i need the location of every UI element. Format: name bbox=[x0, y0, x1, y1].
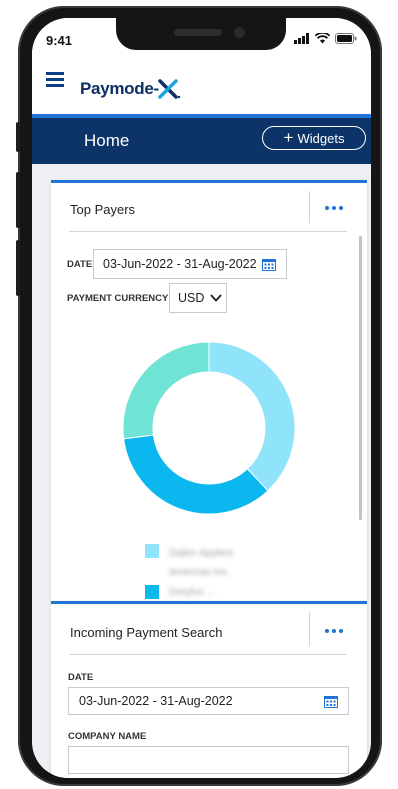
paymode-logo: Paymode- bbox=[80, 76, 210, 102]
mute-switch bbox=[16, 122, 20, 152]
date-range-value: 03-Jun-2022 - 31-Aug-2022 bbox=[103, 257, 257, 271]
top-payers-card: Top Payers DATE 03-Jun-2022 - 31-Aug-202… bbox=[51, 180, 367, 602]
currency-value: USD bbox=[178, 291, 205, 305]
card-scrollbar[interactable] bbox=[359, 236, 362, 520]
home-bar: Home + Widgets bbox=[32, 118, 371, 164]
top-payers-donut-chart bbox=[122, 341, 296, 515]
card-divider bbox=[69, 654, 347, 655]
menu-icon[interactable] bbox=[46, 72, 64, 90]
company-name-label: COMPANY NAME bbox=[68, 731, 147, 742]
company-name-field[interactable] bbox=[68, 746, 349, 774]
donut-slice-3[interactable] bbox=[122, 341, 210, 440]
chevron-down-icon bbox=[210, 294, 223, 302]
card-title: Incoming Payment Search bbox=[70, 625, 223, 640]
card-divider bbox=[69, 231, 347, 232]
date-range-value: 03-Jun-2022 - 31-Aug-2022 bbox=[79, 694, 233, 708]
wifi-icon bbox=[315, 33, 330, 44]
widgets-label: Widgets bbox=[297, 130, 345, 146]
incoming-payment-search-card: Incoming Payment Search DATE 03-Jun-2022… bbox=[51, 601, 367, 778]
app-bar: Paymode- bbox=[32, 64, 371, 114]
legend-swatch-2 bbox=[145, 585, 159, 599]
date-label: DATE bbox=[68, 672, 94, 683]
system-icons bbox=[294, 33, 357, 44]
volume-down-button bbox=[16, 240, 20, 296]
payment-currency-label: PAYMENT CURRENCY bbox=[67, 293, 169, 304]
screen: 9:41 Paymode- Home + Widgets Top Payers … bbox=[32, 18, 371, 778]
date-range-field[interactable]: 03-Jun-2022 - 31-Aug-2022 bbox=[68, 687, 349, 715]
front-camera bbox=[234, 27, 245, 38]
plus-icon: + bbox=[283, 128, 294, 147]
donut-slice-2[interactable] bbox=[123, 434, 269, 515]
notch bbox=[116, 18, 286, 50]
more-options-icon[interactable] bbox=[325, 629, 343, 633]
date-label: DATE bbox=[67, 259, 93, 270]
signal-icon bbox=[294, 33, 309, 44]
date-range-field[interactable]: 03-Jun-2022 - 31-Aug-2022 bbox=[93, 249, 287, 279]
status-time: 9:41 bbox=[46, 33, 73, 48]
volume-up-button bbox=[16, 172, 20, 228]
svg-text:Paymode-: Paymode- bbox=[80, 79, 159, 98]
battery-icon bbox=[335, 33, 357, 44]
donut-slice-1[interactable] bbox=[208, 341, 296, 492]
currency-select[interactable]: USD bbox=[169, 283, 227, 313]
legend-label-1: Daikin Applied Americas Inc. bbox=[169, 548, 233, 578]
calendar-icon[interactable] bbox=[262, 259, 276, 271]
paymode-logo-image: Paymode- bbox=[80, 79, 181, 99]
more-options-icon[interactable] bbox=[325, 206, 343, 210]
calendar-icon[interactable] bbox=[324, 696, 338, 708]
speaker-grille bbox=[174, 29, 222, 36]
legend-label-2: Dreyfus ... bbox=[169, 587, 215, 598]
header-divider bbox=[309, 191, 310, 223]
card-title: Top Payers bbox=[70, 202, 136, 217]
legend-swatch-1 bbox=[145, 544, 159, 558]
header-divider bbox=[309, 612, 310, 646]
page-title: Home bbox=[84, 131, 130, 150]
add-widgets-button[interactable]: + Widgets bbox=[262, 126, 366, 150]
